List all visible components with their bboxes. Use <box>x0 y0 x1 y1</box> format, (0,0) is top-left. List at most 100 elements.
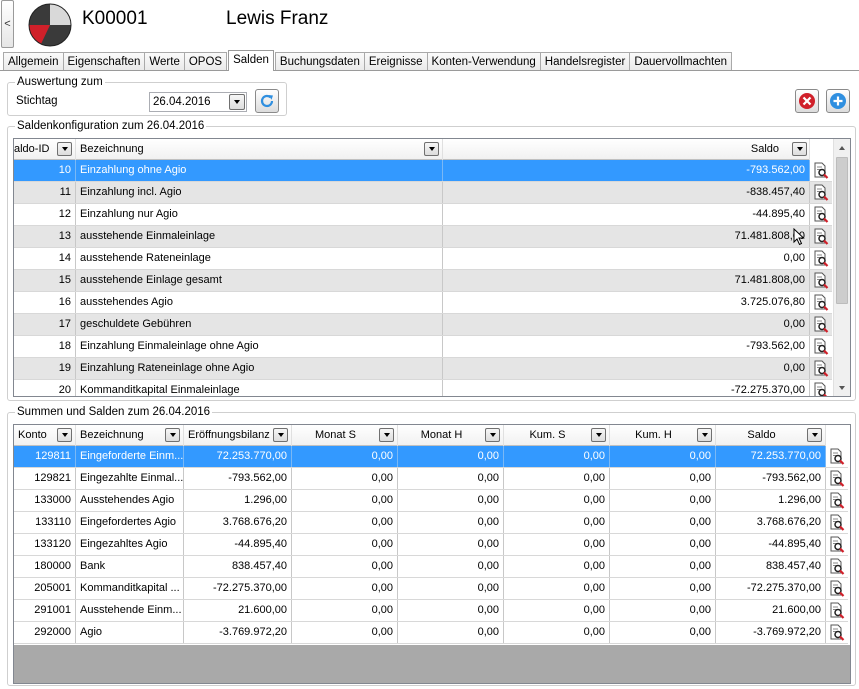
row-detail-button[interactable] <box>826 600 848 621</box>
tab-ereignisse[interactable]: Ereignisse <box>363 52 428 71</box>
table-row[interactable]: 16 ausstehendes Agio 3.725.076,80 <box>14 292 832 314</box>
filter-dropdown-icon[interactable] <box>379 428 394 442</box>
table-row[interactable]: 14 ausstehende Rateneinlage 0,00 <box>14 248 832 270</box>
row-detail-button[interactable] <box>810 160 832 181</box>
cell-description: ausstehende Einmaleinlage <box>76 226 443 247</box>
refresh-button[interactable] <box>255 89 279 113</box>
tab-eigenschaften[interactable]: Eigenschaften <box>62 52 146 71</box>
filter-dropdown-icon[interactable] <box>273 428 288 442</box>
totals-grid[interactable]: Konto Bezeichnung Eröffnungsbilanz Monat… <box>13 424 851 684</box>
filter-dropdown-icon[interactable] <box>485 428 500 442</box>
chevron-down-icon[interactable] <box>229 94 245 110</box>
cell-kum-h: 0,00 <box>610 512 716 533</box>
column-header-kum-s[interactable]: Kum. S <box>504 425 610 446</box>
row-detail-button[interactable] <box>826 446 848 467</box>
row-detail-button[interactable] <box>810 292 832 313</box>
row-detail-button[interactable] <box>826 622 848 643</box>
table-row[interactable]: 11 Einzahlung incl. Agio -838.457,40 <box>14 182 832 204</box>
row-detail-button[interactable] <box>810 182 832 203</box>
column-header-monat-h[interactable]: Monat H <box>398 425 504 446</box>
table-row[interactable]: 13 ausstehende Einmaleinlage 71.481.808,00 <box>14 226 832 248</box>
table-row[interactable]: 17 geschuldete Gebühren 0,00 <box>14 314 832 336</box>
column-header-balance[interactable]: Saldo <box>443 139 810 160</box>
cell-monat-s: 0,00 <box>292 512 398 533</box>
row-detail-button[interactable] <box>826 512 848 533</box>
table-row[interactable]: 20 Kommanditkapital Einmaleinlage -72.275.… <box>14 380 832 396</box>
row-detail-button[interactable] <box>826 556 848 577</box>
delete-button[interactable] <box>795 89 819 113</box>
table-row[interactable]: 18 Einzahlung Einmaleinlage ohne Agio -793… <box>14 336 832 358</box>
scroll-up-icon[interactable] <box>834 139 850 156</box>
row-detail-button[interactable] <box>826 468 848 489</box>
cell-monat-s: 0,00 <box>292 490 398 511</box>
tab-dauervollmachten[interactable]: Dauervollmachten <box>629 52 732 71</box>
table-row[interactable]: 10 Einzahlung ohne Agio -793.562,00 <box>14 160 832 182</box>
table-row[interactable]: 19 Einzahlung Rateneinlage ohne Agio 0,00 <box>14 358 832 380</box>
filter-dropdown-icon[interactable] <box>424 142 439 156</box>
column-header-label: Eröffnungsbilanz <box>188 429 270 441</box>
cell-balance: 0,00 <box>443 248 810 269</box>
filter-dropdown-icon[interactable] <box>792 142 807 156</box>
column-header-eroeffnungsbilanz[interactable]: Eröffnungsbilanz <box>184 425 292 446</box>
add-button[interactable] <box>826 89 850 113</box>
collapse-panel-button[interactable]: < <box>1 0 14 48</box>
column-header-monat-s[interactable]: Monat S <box>292 425 398 446</box>
filter-dropdown-icon[interactable] <box>57 142 72 156</box>
scroll-down-icon[interactable] <box>834 379 850 396</box>
scrollbar-thumb[interactable] <box>836 157 848 304</box>
cell-balance: -72.275.370,00 <box>443 380 810 396</box>
row-detail-button[interactable] <box>826 490 848 511</box>
row-detail-button[interactable] <box>810 358 832 379</box>
row-detail-button[interactable] <box>810 204 832 225</box>
tab-bar: Allgemein Eigenschaften Werte OPOS Salde… <box>3 50 732 71</box>
tab-opos[interactable]: OPOS <box>183 52 228 71</box>
tab-konten-verwendung[interactable]: Konten-Verwendung <box>426 52 541 71</box>
tab-handelsregister[interactable]: Handelsregister <box>539 52 631 71</box>
filter-dropdown-icon[interactable] <box>591 428 606 442</box>
document-search-icon <box>830 448 845 465</box>
filter-dropdown-icon[interactable] <box>807 428 822 442</box>
cell-balance: 0,00 <box>443 358 810 379</box>
row-detail-button[interactable] <box>810 270 832 291</box>
table-row[interactable]: 133110 Eingefordertes Agio 3.768.676,20 0,0… <box>14 512 848 534</box>
filter-dropdown-icon[interactable] <box>57 428 72 442</box>
filter-dropdown-icon[interactable] <box>697 428 712 442</box>
table-row[interactable]: 15 ausstehende Einlage gesamt 71.481.808,0… <box>14 270 832 292</box>
mouse-cursor-icon <box>793 227 805 249</box>
row-detail-button[interactable] <box>826 534 848 555</box>
table-row[interactable]: 180000 Bank 838.457,40 0,00 0,00 0,00 0,00 838.… <box>14 556 848 578</box>
column-header-kum-h[interactable]: Kum. H <box>610 425 716 446</box>
column-header-saldo[interactable]: Saldo <box>716 425 826 446</box>
cell-saldo-id: 14 <box>14 248 76 269</box>
cell-saldo: -72.275.370,00 <box>716 578 826 599</box>
column-header-description[interactable]: Bezeichnung <box>76 139 443 160</box>
table-row[interactable]: 205001 Kommanditkapital ... -72.275.370,00… <box>14 578 848 600</box>
tab-allgemein[interactable]: Allgemein <box>3 52 64 71</box>
table-row[interactable]: 133000 Ausstehendes Agio 1.296,00 0,00 0,00 0… <box>14 490 848 512</box>
row-detail-button[interactable] <box>810 380 832 396</box>
table-row[interactable]: 292000 Agio -3.769.972,20 0,00 0,00 0,00 0,00-… <box>14 622 848 644</box>
table-row[interactable]: 133120 Eingezahltes Agio -44.895,40 0,00 0,0… <box>14 534 848 556</box>
table-row[interactable]: 12 Einzahlung nur Agio -44.895,40 <box>14 204 832 226</box>
column-header-konto[interactable]: Konto <box>14 425 76 446</box>
column-header-id[interactable]: aldo-ID <box>14 139 76 160</box>
row-detail-button[interactable] <box>810 226 832 247</box>
tab-werte[interactable]: Werte <box>144 52 185 71</box>
tab-salden[interactable]: Salden <box>228 50 274 71</box>
row-detail-button[interactable] <box>810 336 832 357</box>
date-picker[interactable]: 26.04.2016 <box>149 92 247 112</box>
document-search-icon <box>830 492 845 509</box>
filter-dropdown-icon[interactable] <box>165 428 180 442</box>
column-header-bezeichnung[interactable]: Bezeichnung <box>76 425 184 446</box>
row-detail-button[interactable] <box>826 578 848 599</box>
table-row[interactable]: 291001 Ausstehende Einm... 21.600,00 0,00 0,… <box>14 600 848 622</box>
cell-konto: 133110 <box>14 512 76 533</box>
tab-buchungsdaten[interactable]: Buchungsdaten <box>274 52 365 71</box>
cell-kum-h: 0,00 <box>610 622 716 643</box>
vertical-scrollbar[interactable] <box>833 139 850 396</box>
row-detail-button[interactable] <box>810 314 832 335</box>
table-row[interactable]: 129821 Eingezahlte Einmal... -793.562,00 0,… <box>14 468 848 490</box>
balance-config-grid[interactable]: aldo-ID Bezeichnung Saldo 10 Einzahlung o… <box>13 138 851 397</box>
table-row[interactable]: 129811 Eingeforderte Einm... 72.253.770,00… <box>14 446 848 468</box>
row-detail-button[interactable] <box>810 248 832 269</box>
